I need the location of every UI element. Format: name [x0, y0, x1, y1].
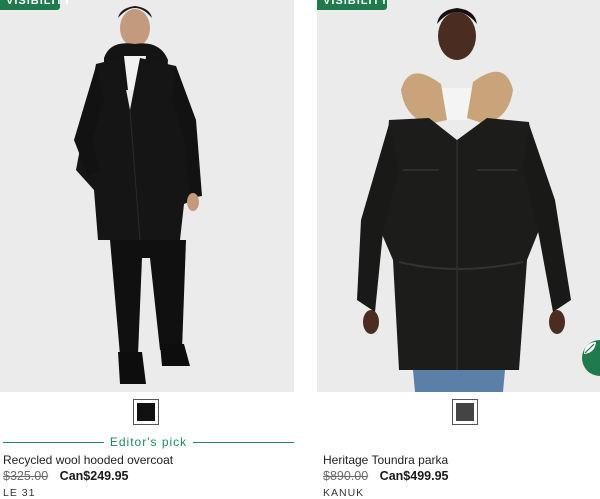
product-image[interactable]: VISIBILITY: [317, 0, 600, 392]
product-prices: $890.00 Can$499.95: [323, 469, 448, 483]
product-card[interactable]: VISIBILITY Editor's pick Recycled wool h…: [0, 0, 297, 499]
model-photo: [357, 8, 571, 392]
product-name[interactable]: Recycled wool hooded overcoat: [3, 453, 173, 467]
product-brand[interactable]: KANUK: [323, 487, 364, 499]
divider-line: [193, 441, 294, 443]
swatch-chip: [137, 403, 155, 421]
leaf-icon: [584, 342, 596, 354]
original-price: $890.00: [323, 469, 369, 483]
sale-price: Can$249.95: [59, 469, 129, 483]
editors-pick-divider: Editor's pick: [0, 434, 297, 450]
product-card[interactable]: VISIBILITY Heritage Toundra parka $890.0…: [317, 0, 600, 499]
product-brand[interactable]: LE 31: [3, 487, 35, 499]
product-prices: $325.00 Can$249.95: [3, 469, 128, 483]
swatch-chip: [456, 403, 474, 421]
original-price: $325.00: [3, 469, 49, 483]
product-name[interactable]: Heritage Toundra parka: [323, 453, 448, 467]
sale-price: Can$499.95: [379, 469, 449, 483]
color-swatch-grey[interactable]: [452, 399, 478, 425]
visibility-badge: VISIBILITY: [0, 0, 71, 10]
editors-pick-label: Editor's pick: [109, 435, 188, 449]
color-swatch-black[interactable]: [133, 399, 159, 425]
model-photo: [74, 6, 202, 384]
visibility-badge: VISIBILITY: [317, 0, 388, 10]
product-image[interactable]: VISIBILITY: [0, 0, 294, 392]
divider-line: [3, 441, 104, 443]
